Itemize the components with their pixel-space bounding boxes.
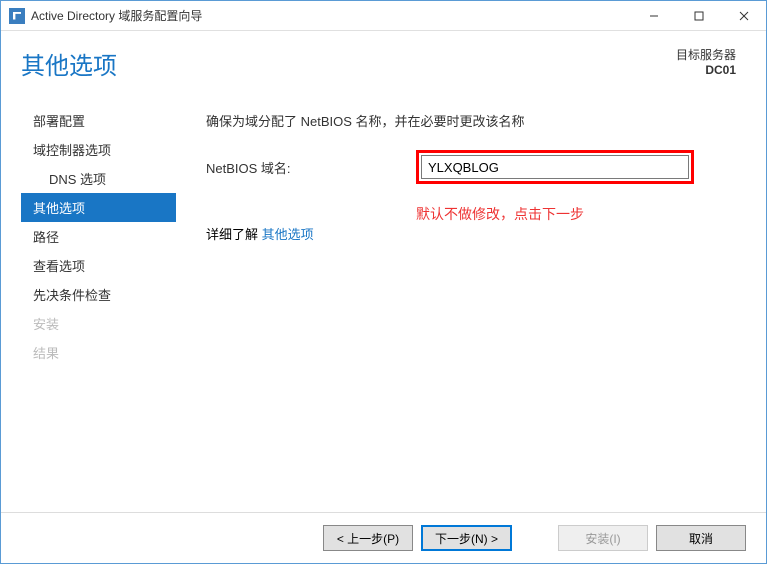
install-button: 安装(I) (558, 525, 648, 551)
sidebar-item-3[interactable]: 其他选项 (21, 193, 176, 222)
app-icon (9, 8, 25, 24)
netbios-label: NetBIOS 域名: (206, 158, 416, 177)
titlebar: Active Directory 域服务配置向导 (1, 1, 766, 31)
cancel-button[interactable]: 取消 (656, 525, 746, 551)
sidebar-item-1[interactable]: 域控制器选项 (21, 135, 176, 164)
netbios-field-row: NetBIOS 域名: (206, 150, 746, 184)
learn-more-prefix: 详细了解 (206, 227, 262, 242)
main-area: 其他选项 目标服务器 DC01 部署配置域控制器选项DNS 选项其他选项路径查看… (1, 31, 766, 512)
sidebar-item-8: 结果 (21, 338, 176, 367)
footer: < 上一步(P) 下一步(N) > 安装(I) 取消 (1, 512, 766, 563)
sidebar-item-4[interactable]: 路径 (21, 222, 176, 251)
learn-more-link[interactable]: 其他选项 (262, 227, 314, 242)
netbios-input[interactable] (421, 155, 689, 179)
next-button[interactable]: 下一步(N) > (421, 525, 512, 551)
target-server-label: 目标服务器 (676, 46, 736, 63)
sidebar-item-7: 安装 (21, 309, 176, 338)
window-controls (631, 1, 766, 30)
sidebar: 部署配置域控制器选项DNS 选项其他选项路径查看选项先决条件检查安装结果 (21, 101, 176, 512)
instruction-text: 确保为域分配了 NetBIOS 名称，并在必要时更改该名称 (206, 111, 746, 130)
maximize-button[interactable] (676, 1, 721, 30)
content-panel: 确保为域分配了 NetBIOS 名称，并在必要时更改该名称 NetBIOS 域名… (206, 101, 746, 512)
sidebar-item-6[interactable]: 先决条件检查 (21, 280, 176, 309)
window-title: Active Directory 域服务配置向导 (31, 7, 631, 24)
annotation-text: 默认不做修改，点击下一步 (416, 204, 746, 224)
sidebar-item-5[interactable]: 查看选项 (21, 251, 176, 280)
close-button[interactable] (721, 1, 766, 30)
minimize-button[interactable] (631, 1, 676, 30)
target-server-value: DC01 (676, 63, 736, 77)
prev-button[interactable]: < 上一步(P) (323, 525, 413, 551)
target-server-info: 目标服务器 DC01 (676, 46, 736, 77)
page-title: 其他选项 (21, 46, 117, 81)
sidebar-item-0[interactable]: 部署配置 (21, 106, 176, 135)
highlight-box (416, 150, 694, 184)
header-row: 其他选项 目标服务器 DC01 (21, 46, 746, 81)
content-row: 部署配置域控制器选项DNS 选项其他选项路径查看选项先决条件检查安装结果 确保为… (21, 101, 746, 512)
sidebar-item-2[interactable]: DNS 选项 (21, 164, 176, 193)
learn-more: 详细了解 其他选项 (206, 224, 746, 243)
